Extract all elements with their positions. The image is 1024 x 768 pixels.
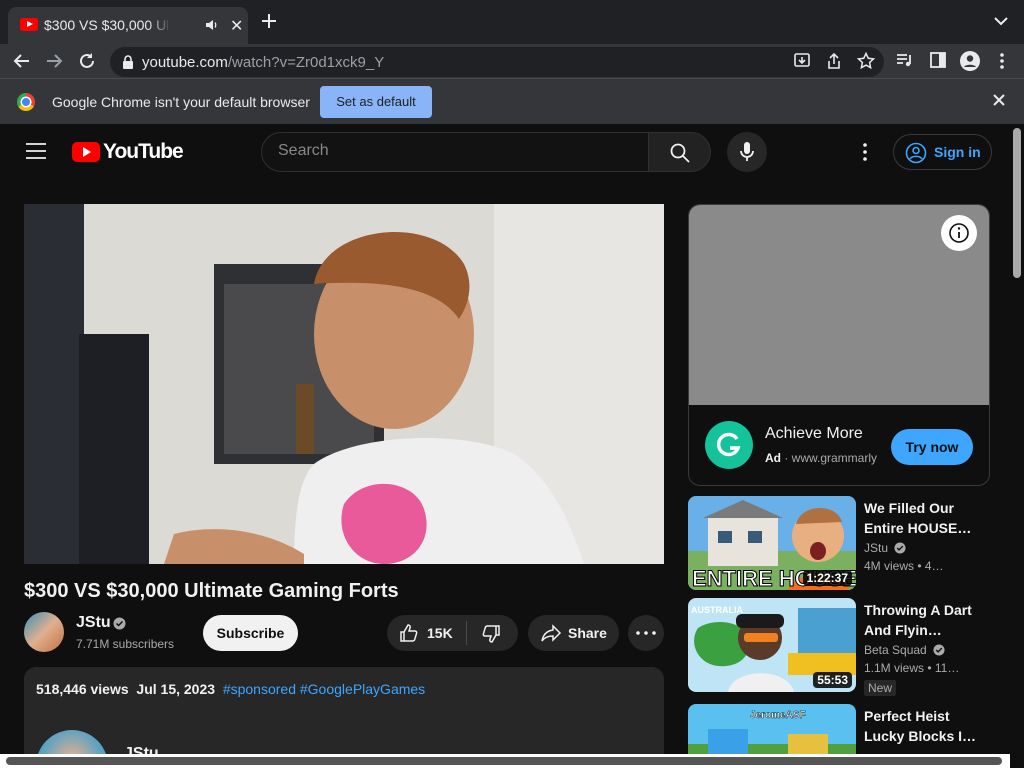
chrome-logo-icon	[17, 93, 35, 111]
recommended-video-title[interactable]: We Filled Our Entire HOUSE…	[864, 498, 982, 538]
like-dislike-group: 15K	[387, 615, 518, 651]
subscriber-count: 7.71M subscribers	[76, 637, 175, 651]
hamburger-menu-icon[interactable]	[26, 143, 46, 159]
ad-card[interactable]: Achieve More Ad · www.grammarly Try now	[688, 204, 990, 486]
info-icon	[949, 223, 969, 243]
verified-badge-icon	[113, 617, 126, 630]
new-badge: New	[864, 680, 897, 696]
like-button[interactable]: 15K	[387, 615, 466, 651]
recommended-video-title[interactable]: Throwing A Dart And Flyin…	[864, 600, 982, 640]
sign-in-button[interactable]: Sign in	[893, 134, 992, 170]
channel-avatar[interactable]	[24, 612, 64, 652]
share-page-icon[interactable]	[824, 51, 846, 73]
verified-badge-icon	[933, 644, 945, 656]
side-panel-icon[interactable]	[928, 50, 950, 72]
install-app-icon[interactable]	[792, 51, 814, 73]
back-arrow-icon[interactable]	[11, 50, 33, 72]
recommended-meta: 4M views • 4…	[864, 559, 944, 573]
set-as-default-button[interactable]: Set as default	[320, 86, 432, 118]
youtube-logo-icon[interactable]	[72, 142, 100, 162]
share-button[interactable]: Share	[528, 615, 619, 651]
recommended-meta: 1.1M views • 11…	[864, 661, 960, 675]
address-bar[interactable]: youtube.com/watch?v=Zr0d1xck9_Y	[110, 47, 884, 77]
browser-tab[interactable]: $300 VS $30,000 Ultimate Gaming Forts ✕	[8, 7, 248, 44]
try-now-button[interactable]: Try now	[891, 429, 973, 465]
url-text: youtube.com/watch?v=Zr0d1xck9_Y	[142, 54, 385, 71]
hashtags[interactable]: #sponsored #GooglePlayGames	[223, 681, 425, 697]
video-thumbnail[interactable]: AUSTRALIA 55:53	[688, 598, 856, 692]
new-tab-icon[interactable]	[260, 12, 278, 30]
channel-name[interactable]: JStu	[76, 614, 111, 632]
horizontal-scroll-thumb[interactable]	[6, 757, 1002, 765]
recommended-video-title[interactable]: Perfect Heist Lucky Blocks I…	[864, 706, 982, 746]
vertical-scroll-thumb[interactable]	[1013, 128, 1021, 278]
tab-search-chevron-icon[interactable]	[994, 16, 1008, 26]
more-actions-button[interactable]	[628, 615, 664, 651]
video-player[interactable]	[24, 204, 664, 564]
microphone-icon	[740, 142, 754, 161]
video-duration: 1:22:37	[802, 570, 852, 586]
recommended-channel[interactable]: Beta Squad	[864, 643, 945, 657]
video-duration: 55:53	[813, 672, 852, 688]
subscribe-button[interactable]: Subscribe	[203, 615, 298, 651]
chrome-menu-icon[interactable]	[993, 50, 1015, 72]
dislike-button[interactable]	[467, 615, 518, 651]
forward-arrow-icon[interactable]	[43, 50, 65, 72]
reload-icon[interactable]	[76, 50, 98, 72]
recommended-video[interactable]: AUSTRALIA 55:53 Throwing A Dart And Flyi…	[688, 598, 990, 696]
thumbs-up-icon	[400, 624, 418, 642]
search-input[interactable]	[278, 142, 638, 160]
svg-text:JeromeASF: JeromeASF	[750, 710, 806, 721]
lock-icon[interactable]	[122, 55, 134, 69]
infobar-message: Google Chrome isn't your default browser	[52, 94, 310, 110]
svg-text:AUSTRALIA: AUSTRALIA	[691, 605, 743, 615]
settings-more-icon[interactable]	[856, 142, 874, 162]
youtube-page: YouTube Sign in $300 VS $30,000 U	[0, 124, 1024, 768]
share-arrow-icon	[541, 624, 562, 642]
video-thumbnail[interactable]: ENTIRE HOUSE 1:22:37	[688, 496, 856, 590]
ad-sponsor-line: Ad · www.grammarly	[765, 451, 878, 465]
voice-search-button[interactable]	[727, 132, 767, 172]
more-horizontal-icon	[636, 631, 656, 635]
account-circle-icon	[905, 142, 927, 164]
ad-info-button[interactable]	[941, 215, 977, 251]
recommended-channel[interactable]: JStu	[864, 541, 906, 555]
grammarly-logo-icon	[705, 421, 753, 469]
bookmark-star-icon[interactable]	[856, 51, 878, 73]
profile-icon[interactable]	[959, 50, 981, 72]
default-browser-infobar: Google Chrome isn't your default browser…	[0, 78, 1024, 124]
recommended-video[interactable]: ENTIRE HOUSE 1:22:37 We Filled Our Entir…	[688, 496, 990, 590]
close-tab-icon[interactable]: ✕	[230, 16, 243, 36]
search-icon	[670, 143, 690, 163]
media-control-icon[interactable]	[895, 50, 917, 72]
description-box[interactable]: 518,446 views Jul 15, 2023 #sponsored #G…	[24, 667, 664, 768]
speaker-icon[interactable]	[204, 17, 220, 33]
search-box[interactable]	[261, 132, 649, 172]
close-infobar-icon[interactable]	[992, 93, 1006, 107]
description-meta: 518,446 views Jul 15, 2023 #sponsored #G…	[36, 681, 426, 697]
tab-strip: $300 VS $30,000 Ultimate Gaming Forts ✕	[0, 0, 1024, 44]
ad-headline: Achieve More	[765, 425, 863, 442]
youtube-wordmark[interactable]: YouTube	[103, 140, 184, 164]
search-button[interactable]	[648, 132, 711, 172]
video-frame-image	[24, 204, 664, 564]
video-title: $300 VS $30,000 Ultimate Gaming Forts	[24, 580, 399, 602]
verified-badge-icon	[894, 542, 906, 554]
thumbs-down-icon	[482, 625, 500, 643]
browser-toolbar: youtube.com/watch?v=Zr0d1xck9_Y	[0, 44, 1024, 78]
youtube-favicon-icon	[20, 18, 38, 31]
